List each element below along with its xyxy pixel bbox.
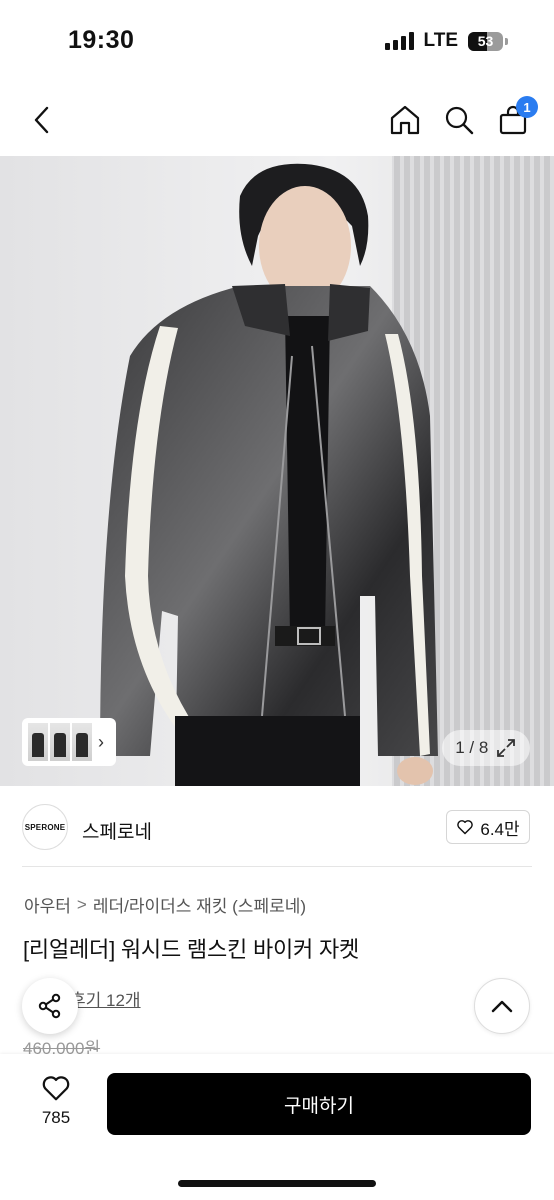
search-button[interactable] xyxy=(442,98,476,142)
back-icon xyxy=(34,106,49,134)
cart-button[interactable]: 1 xyxy=(496,96,538,142)
reviews-link[interactable]: 후기 12개 xyxy=(70,986,141,1011)
thumbnail-1 xyxy=(28,723,48,761)
bottom-action-bar: 785 구매하기 xyxy=(0,1054,554,1200)
share-button[interactable] xyxy=(22,978,78,1034)
search-icon xyxy=(445,106,474,135)
cart-badge: 1 xyxy=(516,96,538,118)
back-button[interactable] xyxy=(22,98,62,142)
image-counter-box: 1 / 8 xyxy=(442,730,530,766)
wishlist-button[interactable]: 785 xyxy=(22,1074,90,1150)
brand-like-count: 6.4만 xyxy=(480,819,520,839)
breadcrumb: 아우터 > 레더/라이더스 재킷 (스페로네) xyxy=(24,892,306,917)
home-indicator xyxy=(178,1180,376,1187)
chevron-right-icon: › xyxy=(98,731,104,752)
scroll-top-button[interactable] xyxy=(474,978,530,1034)
chevron-up-icon xyxy=(491,1000,513,1013)
brand-like-button[interactable]: 6.4만 xyxy=(446,810,530,844)
product-photo xyxy=(0,156,554,786)
product-title: [리얼레더] 워시드 램스킨 바이커 자켓 xyxy=(23,937,360,962)
home-button[interactable] xyxy=(388,98,422,142)
brand-name[interactable]: 스페로네 xyxy=(82,817,152,844)
breadcrumb-child[interactable]: 레더/라이더스 재킷 (스페로네) xyxy=(93,892,306,917)
breadcrumb-separator: > xyxy=(76,894,87,914)
wishlist-count: 785 xyxy=(41,1108,71,1127)
heart-icon xyxy=(42,1076,70,1101)
expand-icon[interactable] xyxy=(495,737,517,759)
image-counter: 1 / 8 xyxy=(455,738,489,757)
brand-logo[interactable]: SPERONE xyxy=(22,804,68,850)
status-indicators: LTE 53 xyxy=(384,30,508,52)
divider xyxy=(22,866,532,867)
product-image-gallery[interactable]: › 1 / 8 xyxy=(0,156,554,786)
signal-icon xyxy=(384,32,414,50)
network-type: LTE xyxy=(423,30,458,51)
status-bar: 19:30 LTE 53 xyxy=(0,0,554,80)
share-icon xyxy=(38,993,61,1019)
status-time: 19:30 xyxy=(68,26,135,54)
brand-row: SPERONE 스페로네 6.4만 xyxy=(0,800,554,856)
home-icon xyxy=(390,105,420,135)
thumbnail-2 xyxy=(50,723,70,761)
top-nav-bar: 1 xyxy=(0,88,554,152)
breadcrumb-parent[interactable]: 아우터 xyxy=(24,892,71,917)
thumbnail-strip-button[interactable]: › xyxy=(22,718,116,766)
heart-icon xyxy=(457,820,474,835)
buy-button[interactable]: 구매하기 xyxy=(107,1073,531,1135)
battery-icon: 53 xyxy=(468,31,508,51)
battery-level: 53 xyxy=(477,33,494,49)
thumbnail-3 xyxy=(72,723,92,761)
